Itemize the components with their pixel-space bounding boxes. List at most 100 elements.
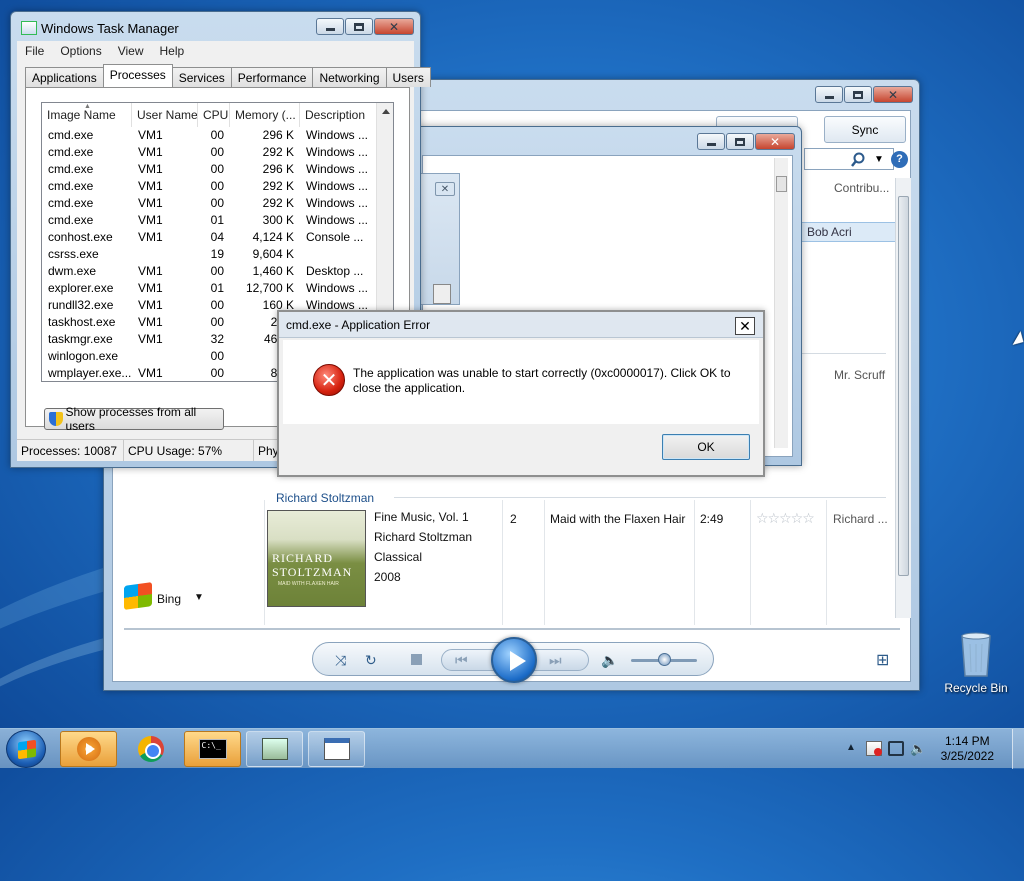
table-row[interactable]: cmd.exe VM1 00 292 K Windows ... — [42, 195, 378, 212]
search-options-dropdown[interactable]: ▼ — [874, 154, 884, 165]
scrollbar-thumb[interactable] — [776, 176, 787, 192]
tab-processes[interactable]: Processes — [102, 64, 173, 87]
scrollbar[interactable] — [774, 158, 788, 448]
menu-file[interactable]: File — [17, 41, 52, 61]
volume-icon[interactable]: 🔈 — [910, 741, 926, 756]
contributing-artist-cell: Mr. Scruff — [834, 368, 886, 382]
taskbar-media-player[interactable] — [60, 731, 117, 767]
next-track-icon[interactable]: ⏭ — [549, 652, 562, 668]
menu-view[interactable]: View — [110, 41, 152, 61]
process-image-name: cmd.exe — [48, 128, 94, 142]
shuffle-icon[interactable]: ⤨ — [335, 652, 346, 668]
network-icon[interactable] — [888, 741, 904, 756]
close-icon: ✕ — [769, 134, 781, 149]
switch-to-now-playing-icon[interactable]: ⊞ — [876, 650, 889, 670]
scrollbar-thumb[interactable] — [898, 196, 909, 576]
menu-help[interactable]: Help — [152, 41, 193, 61]
process-memory: 296 K — [262, 128, 294, 142]
album-art[interactable]: RICHARD STOLTZMAN MAID WITH FLAXEN HAIR — [267, 510, 366, 607]
tab-users[interactable]: Users — [385, 67, 431, 87]
action-center-icon[interactable] — [866, 741, 882, 756]
show-desktop-button[interactable] — [1012, 729, 1024, 769]
selected-contributing-artist[interactable]: Bob Acri — [800, 222, 896, 242]
close-button[interactable]: ✕ — [755, 133, 795, 150]
tab-performance[interactable]: Performance — [230, 67, 314, 87]
process-memory: 292 K — [262, 179, 294, 193]
maximize-button[interactable] — [345, 18, 373, 35]
table-row[interactable]: cmd.exe VM1 01 300 K Windows ... — [42, 212, 378, 229]
stop-icon[interactable] — [411, 654, 422, 665]
album-art-text: MAID WITH FLAXEN HAIR — [278, 581, 339, 587]
column-header-cpu[interactable]: CPU — [198, 103, 230, 127]
process-user-name: VM1 — [138, 281, 163, 295]
command-prompt-icon: C:\_ — [198, 739, 227, 759]
help-icon[interactable]: ? — [891, 151, 908, 168]
application-error-dialog[interactable]: cmd.exe - Application Error ✕ ✕ The appl… — [277, 310, 765, 477]
minimize-button[interactable] — [316, 18, 344, 35]
taskbar-command-prompt[interactable]: C:\_ — [184, 731, 241, 767]
seek-bar[interactable] — [124, 628, 900, 630]
process-memory: 296 K — [262, 162, 294, 176]
taskbar-task-manager[interactable] — [246, 731, 303, 767]
bing-dropdown-icon[interactable]: ▼ — [194, 592, 204, 603]
dialog-close-button[interactable]: ✕ — [735, 317, 755, 335]
maximize-button[interactable] — [844, 86, 872, 103]
column-header-contributing-artist[interactable]: Contribu... — [834, 181, 889, 195]
process-list-header: Image Name User Name CPU Memory (... Des… — [42, 103, 378, 127]
table-row[interactable]: cmd.exe VM1 00 296 K Windows ... — [42, 127, 378, 144]
column-header-memory[interactable]: Memory (... — [230, 103, 300, 127]
window-controls: ✕ — [697, 133, 795, 150]
table-row[interactable]: cmd.exe VM1 00 296 K Windows ... — [42, 161, 378, 178]
play-button[interactable] — [491, 637, 537, 683]
tab-networking[interactable]: Networking — [312, 67, 387, 87]
repeat-icon[interactable]: ↻ — [365, 652, 377, 668]
previous-track-icon[interactable]: ⏮ — [455, 652, 468, 668]
show-all-processes-label: Show processes from all users — [65, 405, 197, 433]
show-hidden-icons-chevron[interactable]: ▲ — [846, 742, 856, 753]
column-header-user-name[interactable]: User Name — [132, 103, 198, 127]
clock[interactable]: 1:14 PM 3/25/2022 — [941, 734, 994, 764]
maximize-button[interactable] — [726, 133, 754, 150]
track-title[interactable]: Maid with the Flaxen Hair — [550, 512, 685, 526]
recycle-bin-shortcut[interactable]: Recycle Bin — [940, 630, 1012, 695]
table-row[interactable]: explorer.exe VM1 01 12,700 K Windows ... — [42, 280, 378, 297]
process-memory: 292 K — [262, 145, 294, 159]
track-rating-stars[interactable]: ☆☆☆☆☆ — [756, 510, 815, 527]
volume-icon[interactable]: 🔈 — [601, 652, 618, 668]
library-scrollbar[interactable] — [895, 178, 911, 618]
table-row[interactable]: cmd.exe VM1 00 292 K Windows ... — [42, 144, 378, 161]
volume-slider-knob[interactable] — [658, 653, 671, 666]
table-row[interactable]: conhost.exe VM1 04 4,124 K Console ... — [42, 229, 378, 246]
close-button[interactable]: ✕ — [374, 18, 414, 35]
close-icon[interactable]: ✕ — [435, 182, 455, 196]
tab-applications[interactable]: Applications — [25, 67, 104, 87]
tab-sync[interactable]: Sync — [824, 116, 906, 143]
mouse-cursor — [1012, 331, 1024, 349]
search-icon[interactable] — [850, 152, 866, 168]
process-image-name: rundll32.exe — [48, 298, 114, 312]
ok-button[interactable]: OK — [662, 434, 750, 460]
taskbar-chrome[interactable] — [122, 731, 179, 767]
table-row[interactable]: dwm.exe VM1 00 1,460 K Desktop ... — [42, 263, 378, 280]
table-row[interactable]: cmd.exe VM1 00 292 K Windows ... — [42, 178, 378, 195]
process-description: Windows ... — [306, 162, 369, 176]
play-icon — [510, 651, 526, 671]
minimize-button[interactable] — [815, 86, 843, 103]
artist-group-header[interactable]: Richard Stoltzman — [276, 491, 374, 505]
minimize-button[interactable] — [697, 133, 725, 150]
column-divider — [826, 500, 827, 625]
partial-button[interactable] — [433, 284, 451, 304]
menu-options[interactable]: Options — [52, 41, 109, 61]
process-user-name: VM1 — [138, 213, 163, 227]
taskbar-window[interactable] — [308, 731, 365, 767]
bing-search-label[interactable]: Bing — [157, 592, 181, 606]
column-header-description[interactable]: Description — [300, 103, 378, 127]
start-button[interactable] — [6, 730, 46, 768]
table-row[interactable]: csrss.exe 19 9,604 K — [42, 246, 378, 263]
process-cpu: 01 — [210, 213, 224, 227]
scroll-up-icon[interactable] — [382, 109, 390, 114]
show-all-processes-button[interactable]: Show processes from all users — [44, 405, 224, 433]
column-divider — [750, 500, 751, 625]
tab-services[interactable]: Services — [171, 67, 232, 87]
close-button[interactable]: ✕ — [873, 86, 913, 103]
